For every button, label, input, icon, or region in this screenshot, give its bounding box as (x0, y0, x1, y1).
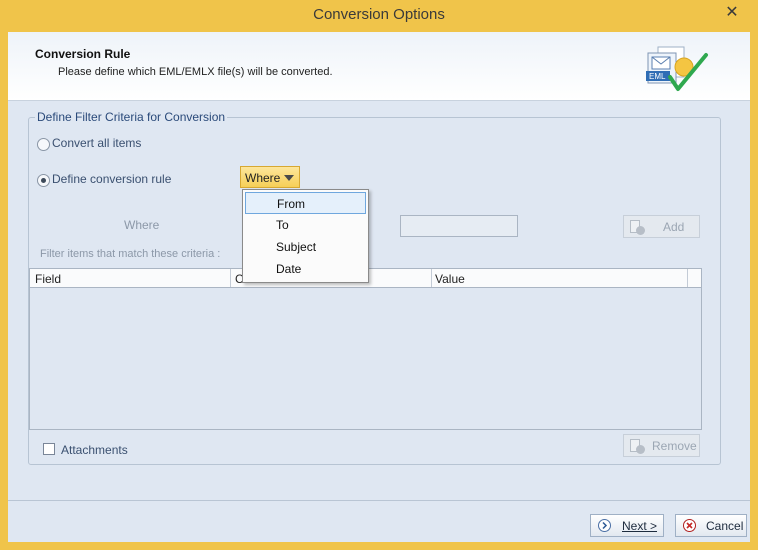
cancel-button[interactable]: Cancel (675, 514, 747, 537)
close-icon: ✕ (725, 4, 739, 21)
attachments-checkbox[interactable] (43, 443, 55, 455)
menu-item-label: Date (276, 262, 302, 276)
menu-item-subject[interactable]: Subject (245, 236, 366, 258)
remove-button[interactable]: Remove (623, 434, 700, 457)
window-title: Conversion Options (313, 6, 445, 23)
radio-selected-dot (41, 178, 46, 183)
footer-divider (8, 500, 750, 501)
convert-all-radio[interactable] (37, 138, 50, 151)
attachments-label[interactable]: Attachments (61, 443, 128, 457)
filter-criteria-legend: Define Filter Criteria for Conversion (35, 110, 228, 124)
remove-button-label: Remove (652, 439, 697, 453)
column-separator (230, 269, 231, 287)
menu-item-label: From (277, 197, 305, 211)
column-separator (687, 269, 688, 287)
close-button[interactable]: ✕ (712, 0, 752, 24)
add-button[interactable]: Add (623, 215, 700, 238)
plus-icon (636, 226, 645, 235)
menu-item-to[interactable]: To (245, 214, 366, 236)
define-rule-radio[interactable] (37, 174, 50, 187)
menu-item-date[interactable]: Date (245, 258, 366, 280)
eml-checkmark-icon: EML (640, 45, 710, 95)
convert-all-label[interactable]: Convert all items (52, 136, 141, 150)
menu-item-label: Subject (276, 240, 317, 254)
menu-item-from[interactable]: From (245, 192, 366, 214)
eml-icon-text: EML (649, 72, 666, 81)
cancel-button-label: Cancel (706, 519, 744, 533)
where-dropdown-value: Where (245, 171, 281, 185)
header-description: Please define which EML/EMLX file(s) wil… (58, 66, 333, 78)
where-dropdown[interactable]: Where (240, 166, 300, 188)
column-separator (431, 269, 432, 287)
where-label: Where (124, 218, 160, 232)
define-rule-label[interactable]: Define conversion rule (52, 172, 171, 186)
next-arrow-icon (598, 519, 611, 532)
next-button-label: Next > (622, 519, 658, 533)
menu-item-label: To (276, 218, 289, 232)
minus-icon (636, 445, 645, 454)
value-input[interactable] (400, 215, 518, 237)
next-button[interactable]: Next > (590, 514, 664, 537)
column-header-value[interactable]: Value (435, 272, 465, 286)
filter-hint: Filter items that match these criteria : (40, 248, 221, 260)
header-title: Conversion Rule (35, 47, 131, 61)
column-header-field[interactable]: Field (35, 272, 61, 286)
where-dropdown-menu: From To Subject Date (242, 189, 369, 283)
add-button-label: Add (663, 220, 685, 234)
cancel-x-icon (683, 519, 696, 532)
chevron-down-icon (284, 175, 294, 181)
criteria-table[interactable] (29, 268, 702, 430)
